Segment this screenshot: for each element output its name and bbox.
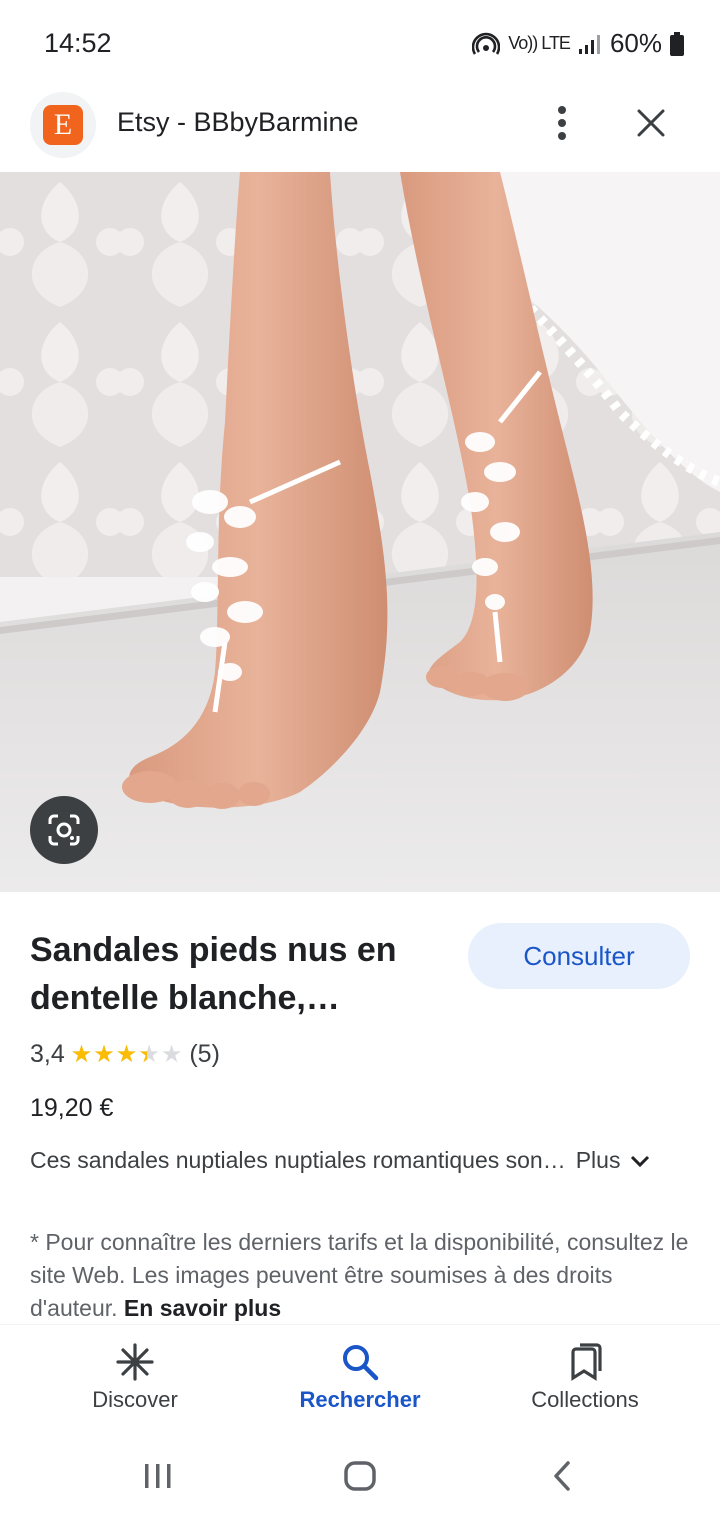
chevron-down-icon <box>631 1155 650 1167</box>
rating-value: 3,4 <box>30 1040 65 1068</box>
close-icon <box>637 109 665 137</box>
signal-icon <box>578 34 600 54</box>
product-title: Sandales pieds nus en dentelle blanche,… <box>30 926 440 1022</box>
rating-row: 3,4 ★★★★★ ★★★★★ (5) <box>30 1040 220 1069</box>
nav-search-label: Rechercher <box>299 1387 421 1412</box>
bookmarks-icon <box>571 1343 602 1381</box>
review-count: (5) <box>189 1040 220 1068</box>
recents-icon <box>145 1464 171 1488</box>
back-icon <box>554 1461 570 1491</box>
search-icon <box>343 1345 379 1381</box>
home-button[interactable] <box>335 1456 385 1496</box>
asterisk-icon <box>116 1343 154 1381</box>
nav-discover[interactable]: Discover <box>35 1343 235 1413</box>
site-favicon: E <box>30 92 96 158</box>
nav-discover-label: Discover <box>92 1387 178 1412</box>
learn-more-link[interactable]: En savoir plus <box>124 1295 281 1321</box>
nav-collections-label: Collections <box>531 1387 639 1412</box>
bottom-navigation: Discover Rechercher Collections <box>0 1324 720 1436</box>
back-button[interactable] <box>537 1456 587 1496</box>
home-icon <box>344 1461 376 1491</box>
battery-icon <box>670 31 684 56</box>
product-title-line2: dentelle blanche,… <box>30 979 340 1017</box>
nav-search[interactable]: Rechercher <box>260 1343 460 1413</box>
status-icons: Vo)) LTE 60% <box>472 28 684 59</box>
star-icons-filled: ★★★★★ <box>70 1041 148 1068</box>
lens-button[interactable] <box>30 796 98 864</box>
status-time: 14:52 <box>44 28 112 58</box>
product-title-line1: Sandales pieds nus en <box>30 931 397 969</box>
status-bar: 14:52 Vo)) LTE 60% <box>0 0 720 88</box>
page-title[interactable]: Etsy - BBbyBarmine <box>117 107 359 138</box>
hotspot-icon <box>472 32 501 55</box>
product-price: 19,20 € <box>30 1094 114 1122</box>
source-header: E Etsy - BBbyBarmine <box>0 88 720 170</box>
system-navigation-bar <box>0 1436 720 1520</box>
barefoot-sandals-photo <box>0 172 720 892</box>
more-link[interactable]: Plus <box>576 1147 651 1174</box>
recents-button[interactable] <box>133 1456 183 1496</box>
etsy-logo-icon: E <box>43 105 83 145</box>
volte-indicator: Vo)) LTE <box>508 33 571 53</box>
product-description[interactable]: Ces sandales nuptiales nuptiales romanti… <box>30 1147 690 1174</box>
more-options-button[interactable] <box>540 98 584 148</box>
google-lens-icon <box>48 814 80 846</box>
visit-button[interactable]: Consulter <box>468 923 690 989</box>
nav-collections[interactable]: Collections <box>485 1343 685 1413</box>
description-text: Ces sandales nuptiales nuptiales romanti… <box>30 1147 566 1173</box>
more-vert-icon <box>558 106 566 140</box>
battery-percent: 60% <box>609 28 662 58</box>
more-label: Plus <box>575 1147 621 1173</box>
product-image[interactable] <box>0 172 720 892</box>
star-rating: ★★★★★ ★★★★★ <box>71 1040 184 1069</box>
copyright-disclaimer: * Pour connaître les derniers tarifs et … <box>30 1226 690 1325</box>
close-button[interactable] <box>628 100 674 146</box>
